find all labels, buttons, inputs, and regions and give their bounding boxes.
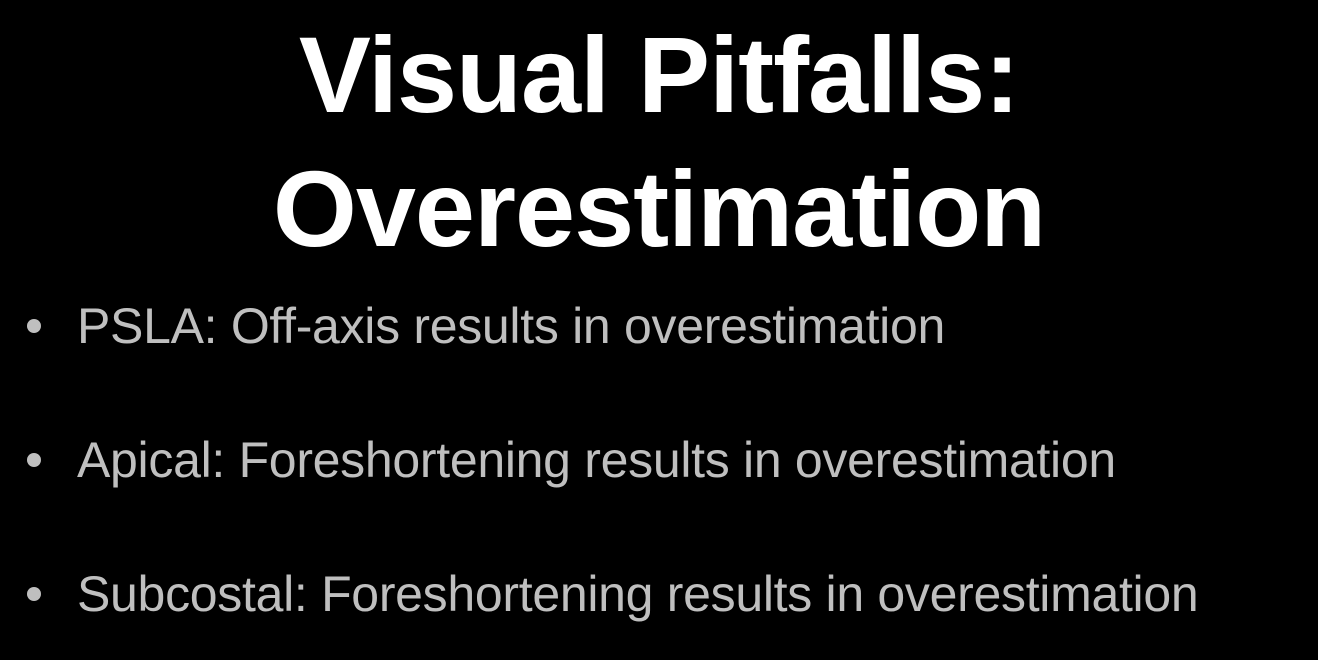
- bullet-item-psla: PSLA: Off-axis results in overestimation: [0, 296, 1318, 356]
- bullet-dot-icon: [27, 319, 41, 333]
- bullet-item-apical: Apical: Foreshortening results in overes…: [0, 430, 1318, 490]
- bullet-text: Apical: Foreshortening results in overes…: [77, 432, 1116, 488]
- bullet-text: Subcostal: Foreshortening results in ove…: [77, 566, 1199, 622]
- bullet-list: PSLA: Off-axis results in overestimation…: [0, 0, 1318, 660]
- bullet-dot-icon: [27, 453, 41, 467]
- slide: Visual Pitfalls: Overestimation PSLA: Of…: [0, 0, 1318, 660]
- bullet-text: PSLA: Off-axis results in overestimation: [77, 298, 945, 354]
- bullet-item-subcostal: Subcostal: Foreshortening results in ove…: [0, 564, 1318, 624]
- bullet-dot-icon: [27, 587, 41, 601]
